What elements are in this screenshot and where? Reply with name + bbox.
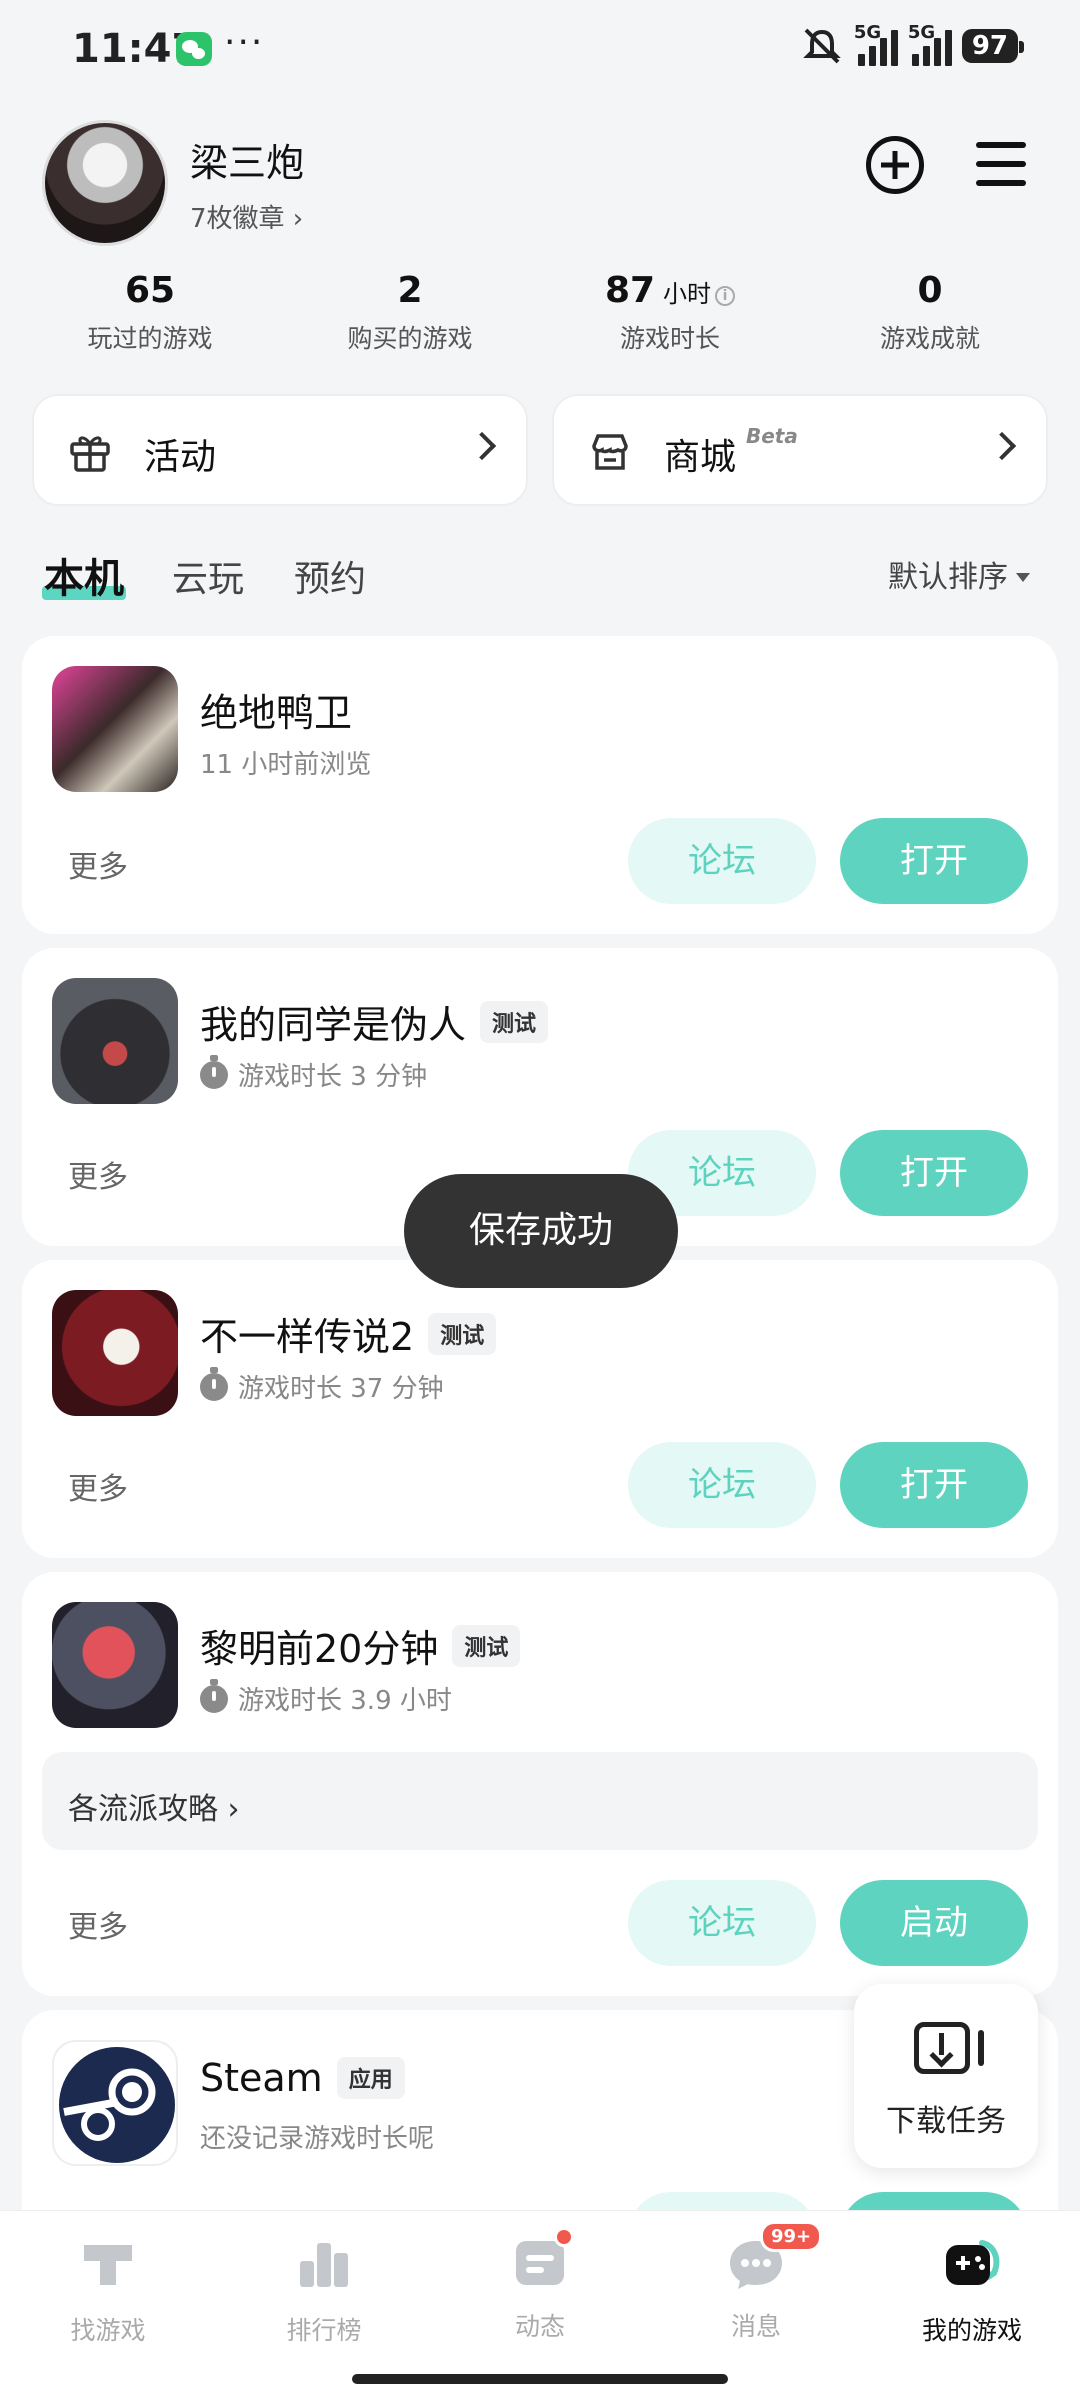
chevron-right-icon [987, 431, 1017, 461]
nav-feed[interactable]: 动态 [432, 2227, 648, 2343]
signal-icon-sim2: 5G [908, 22, 952, 66]
store-icon [592, 434, 628, 470]
stat-purchased[interactable]: 2 购买的游戏 [280, 270, 540, 355]
feed-icon [510, 2227, 574, 2293]
game-subtitle: 游戏时长 3.9 小时 [200, 1678, 452, 1717]
nav-my-games[interactable]: 我的游戏 [864, 2233, 1080, 2347]
game-tabs: 本机 云玩 预约 默认排序 [0, 546, 1080, 616]
username[interactable]: 梁三炮 [190, 132, 304, 187]
forum-button[interactable]: 论坛 [628, 1442, 816, 1528]
tab-reserve[interactable]: 预约 [294, 550, 366, 602]
game-title: Steam 应用 [200, 2056, 405, 2100]
wechat-icon [176, 32, 212, 66]
info-icon[interactable]: i [715, 286, 736, 306]
gamepad-icon [946, 2240, 1000, 2285]
stat-achievements[interactable]: 0 游戏成就 [800, 270, 1060, 355]
store-button[interactable]: 商城 Beta [552, 394, 1048, 506]
game-card[interactable]: 不一样传说2 测试 游戏时长 37 分钟 更多 论坛 打开 [22, 1260, 1058, 1558]
activity-button[interactable]: 活动 [32, 394, 528, 506]
caret-down-icon [1016, 573, 1030, 582]
game-title: 我的同学是伪人 测试 [200, 994, 549, 1049]
nav-messages[interactable]: 99+ 消息 [648, 2221, 864, 2343]
game-card[interactable]: 黎明前20分钟 测试 游戏时长 3.9 小时 各流派攻略 › 更多 论坛 启动 [22, 1572, 1058, 1996]
forum-button[interactable]: 论坛 [628, 1880, 816, 1966]
more-notifications-icon: ··· [224, 22, 265, 63]
unread-badge: 99+ [760, 2221, 823, 2252]
signal-icon-sim1: 5G [854, 22, 898, 66]
steam-icon [52, 2040, 178, 2166]
mute-icon [802, 28, 841, 64]
avatar[interactable] [42, 120, 168, 246]
ranking-icon [300, 2243, 348, 2287]
launch-button[interactable]: 启动 [840, 1880, 1028, 1966]
game-subtitle: 还没记录游戏时长呢 [200, 2124, 435, 2154]
test-badge: 测试 [452, 1624, 521, 1667]
nav-rankings[interactable]: 排行榜 [216, 2233, 432, 2347]
beta-label: Beta [746, 424, 798, 448]
game-title: 绝地鸭卫 [200, 691, 353, 735]
open-button[interactable]: 打开 [840, 818, 1028, 904]
tab-local[interactable]: 本机 [42, 546, 126, 604]
add-icon[interactable] [866, 136, 924, 194]
activity-label: 活动 [144, 437, 217, 478]
status-bar: 11:47 ··· 5G 5G 97 [0, 0, 1080, 100]
game-card[interactable]: 绝地鸭卫 11 小时前浏览 更多 论坛 打开 [22, 636, 1058, 934]
toast-message: 保存成功 [404, 1174, 678, 1288]
game-icon [52, 1290, 178, 1416]
open-button[interactable]: 打开 [840, 1130, 1028, 1216]
more-link[interactable]: 更多 [68, 842, 128, 886]
download-tasks-button[interactable]: 下载任务 [854, 1984, 1038, 2168]
store-label: 商城 [664, 437, 737, 478]
game-subtitle: 游戏时长 3 分钟 [200, 1054, 427, 1093]
tab-cloud[interactable]: 云玩 [172, 550, 244, 602]
stat-played[interactable]: 65 玩过的游戏 [20, 270, 280, 355]
notification-dot [554, 2227, 574, 2247]
more-link[interactable]: 更多 [68, 1902, 128, 1946]
test-badge: 测试 [480, 1000, 549, 1043]
guide-link[interactable]: 各流派攻略 › [42, 1752, 1038, 1850]
chevron-right-icon [467, 431, 497, 461]
more-link[interactable]: 更多 [68, 1152, 128, 1196]
game-icon [52, 978, 178, 1104]
open-button[interactable]: 打开 [840, 1442, 1028, 1528]
game-subtitle: 游戏时长 37 分钟 [200, 1366, 444, 1405]
stat-playtime[interactable]: 87 小时 i 游戏时长 [540, 270, 800, 355]
game-title: 黎明前20分钟 测试 [200, 1618, 521, 1673]
stopwatch-icon [200, 1054, 228, 1089]
stopwatch-icon [200, 1678, 228, 1713]
t-logo-icon [84, 2245, 132, 2285]
download-label: 下载任务 [886, 2104, 1006, 2139]
download-icon [914, 2022, 970, 2074]
sort-dropdown[interactable]: 默认排序 [888, 552, 1030, 596]
battery-indicator: 97 [961, 29, 1025, 63]
menu-icon[interactable] [976, 142, 1026, 186]
home-indicator[interactable] [352, 2374, 728, 2384]
game-icon [52, 666, 178, 792]
app-badge: 应用 [336, 2057, 405, 2099]
game-icon [52, 1602, 178, 1728]
message-icon: 99+ [726, 2221, 823, 2293]
badges-link[interactable]: 7枚徽章 › [190, 198, 303, 235]
stats-row: 65 玩过的游戏 2 购买的游戏 87 小时 i 游戏时长 0 游戏成就 [0, 270, 1080, 360]
gift-icon [70, 436, 110, 472]
test-badge: 测试 [428, 1312, 497, 1355]
game-title: 不一样传说2 测试 [200, 1306, 497, 1361]
game-subtitle: 11 小时前浏览 [200, 750, 372, 780]
more-link[interactable]: 更多 [68, 1464, 128, 1508]
bottom-nav: 找游戏 排行榜 动态 99+ 消息 我的游戏 [0, 2210, 1080, 2400]
nav-find-games[interactable]: 找游戏 [0, 2233, 216, 2347]
stopwatch-icon [200, 1366, 228, 1401]
forum-button[interactable]: 论坛 [628, 818, 816, 904]
